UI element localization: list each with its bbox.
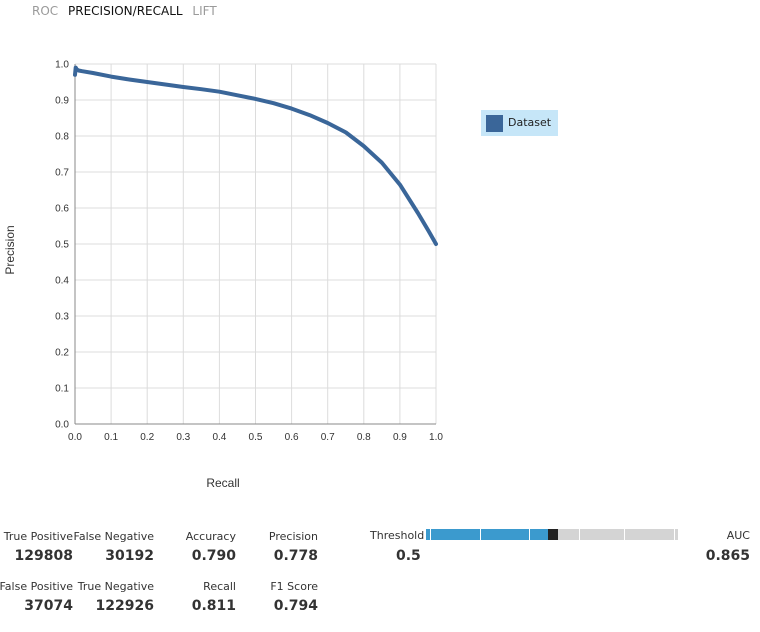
- y-tick-label: 0.2: [55, 348, 69, 359]
- threshold-label: Threshold: [370, 529, 425, 542]
- x-tick-label: 0.6: [285, 432, 299, 443]
- threshold-tick: [529, 529, 530, 540]
- y-tick-label: 0.6: [55, 204, 69, 215]
- x-tick-label: 0.9: [393, 432, 407, 443]
- y-tick-label: 0.4: [55, 276, 69, 287]
- accuracy-label: Accuracy: [185, 530, 236, 543]
- auc-label: AUC: [726, 529, 750, 542]
- false-negative-label: False Negative: [73, 530, 154, 543]
- x-tick-label: 0.0: [68, 432, 82, 443]
- y-tick-label: 0.5: [55, 240, 69, 251]
- true-negative-value: 122926: [95, 598, 154, 614]
- false-positive-value: 37074: [24, 598, 73, 614]
- x-axis-label: Recall: [206, 476, 239, 490]
- legend-label: Dataset: [508, 116, 552, 129]
- y-tick-label: 0.1: [55, 384, 69, 395]
- threshold-tick: [430, 529, 431, 540]
- f1-score-label: F1 Score: [270, 580, 318, 593]
- y-axis-label: Precision: [3, 225, 17, 274]
- threshold-tick: [579, 529, 580, 540]
- y-tick-label: 0.8: [55, 132, 69, 143]
- y-tick-label: 0.9: [55, 96, 69, 107]
- legend-item-dataset[interactable]: Dataset: [481, 110, 558, 136]
- x-tick-label: 0.4: [212, 432, 226, 443]
- true-positive-value: 129808: [14, 548, 73, 564]
- y-tick-label: 1.0: [55, 60, 69, 71]
- f1-score-value: 0.794: [273, 598, 318, 614]
- x-tick-label: 0.5: [249, 432, 263, 443]
- precision-value: 0.778: [273, 548, 318, 564]
- y-tick-label: 0.7: [55, 168, 69, 179]
- threshold-slider-handle[interactable]: [548, 529, 558, 540]
- true-positive-label: True Positive: [3, 530, 73, 543]
- x-tick-label: 1.0: [429, 432, 443, 443]
- y-tick-label: 0.0: [55, 420, 69, 431]
- false-positive-label: False Positive: [0, 580, 73, 593]
- threshold-tick: [624, 529, 625, 540]
- threshold-slider[interactable]: [426, 529, 678, 540]
- accuracy-value: 0.790: [191, 548, 236, 564]
- threshold-tick: [674, 529, 675, 540]
- recall-value: 0.811: [191, 598, 236, 614]
- x-tick-labels: 0.0 0.1 0.2 0.3 0.4 0.5 0.6 0.7 0.8 0.9 1.0: [68, 432, 443, 443]
- threshold-value: 0.5: [396, 548, 421, 564]
- x-tick-label: 0.3: [176, 432, 190, 443]
- threshold-slider-track: [558, 529, 678, 540]
- threshold-tick: [480, 529, 481, 540]
- precision-recall-chart: 0.0 0.1 0.2 0.3 0.4 0.5 0.6 0.7 0.8 0.9 1.0 0.0 0.1…: [3, 60, 443, 491]
- auc-value: 0.865: [705, 548, 750, 564]
- chart-grid: [74, 63, 437, 425]
- x-tick-label: 0.1: [104, 432, 118, 443]
- x-tick-label: 0.2: [140, 432, 154, 443]
- false-negative-value: 30192: [105, 548, 154, 564]
- legend-swatch: [486, 115, 503, 132]
- recall-label: Recall: [203, 580, 236, 593]
- precision-label: Precision: [268, 530, 318, 543]
- y-tick-label: 0.3: [55, 312, 69, 323]
- true-negative-label: True Negative: [77, 580, 154, 593]
- y-tick-labels: 0.0 0.1 0.2 0.3 0.4 0.5 0.6 0.7 0.8 0.9 1.0: [55, 60, 69, 431]
- x-tick-label: 0.8: [357, 432, 371, 443]
- x-tick-label: 0.7: [321, 432, 335, 443]
